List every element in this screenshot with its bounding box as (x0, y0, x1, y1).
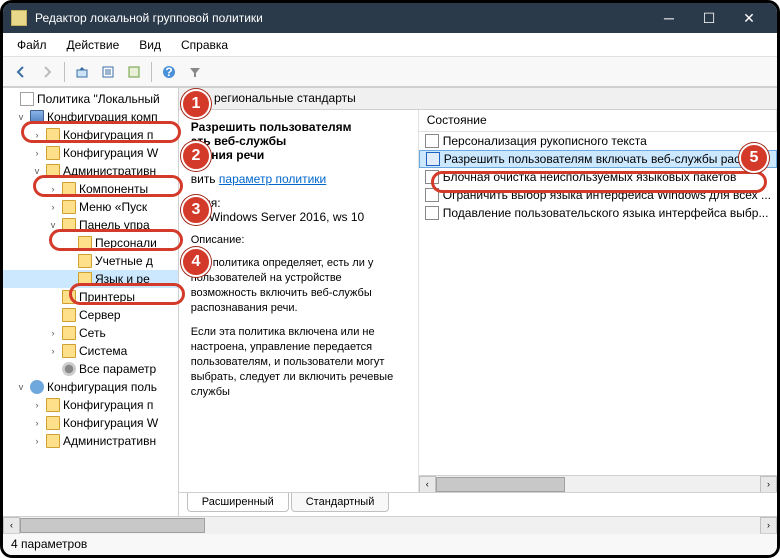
list-row[interactable]: Ограничить выбор языка интерфейса Window… (419, 186, 777, 204)
status-bar: 4 параметров (3, 533, 777, 555)
folder-icon (62, 290, 76, 304)
folder-icon (62, 308, 76, 322)
list-row[interactable]: Блочная очистка неиспользуемых языковых … (419, 168, 777, 186)
setting-icon (426, 152, 440, 166)
folder-icon (78, 272, 92, 286)
scroll-right-button[interactable]: › (760, 517, 777, 534)
annotation-badge-5: 5 (739, 143, 769, 173)
user-icon (30, 380, 44, 394)
forward-button[interactable] (35, 60, 59, 84)
folder-icon (46, 416, 60, 430)
setting-icon (425, 134, 439, 148)
description-pane: Разрешить пользователям ать веб-службы а… (179, 110, 419, 492)
list-header: Состояние (419, 110, 777, 132)
tree-item[interactable]: ›Меню «Пуск (3, 198, 178, 216)
tree-scrollbar[interactable]: ‹ › (3, 516, 777, 533)
menu-help[interactable]: Справка (171, 35, 238, 55)
menu-view[interactable]: Вид (129, 35, 171, 55)
tree-item[interactable]: ›Компоненты (3, 180, 178, 198)
folder-icon (46, 128, 60, 142)
annotation-badge-2: 2 (181, 141, 211, 171)
title-bar: Редактор локальной групповой политики ─ … (3, 3, 777, 33)
list-row-selected[interactable]: Разрешить пользователям включать веб-слу… (419, 150, 777, 168)
scroll-thumb[interactable] (20, 518, 205, 533)
horizontal-scrollbar[interactable]: ‹ › (419, 475, 777, 492)
menu-action[interactable]: Действие (57, 35, 130, 55)
up-button[interactable] (70, 60, 94, 84)
list-row[interactable]: Персонализация рукописного текста (419, 132, 777, 150)
maximize-button[interactable]: ☐ (689, 3, 729, 33)
description-text: Если эта политика включена или не настро… (191, 325, 406, 399)
tree-item[interactable]: ›Конфигурация W (3, 414, 178, 432)
tab-standard[interactable]: Стандартный (291, 493, 390, 512)
folder-icon (78, 254, 92, 268)
tree-item[interactable]: ›Конфигурация п (3, 126, 178, 144)
folder-icon (62, 344, 76, 358)
setting-icon (425, 188, 439, 202)
folder-icon (46, 146, 60, 160)
folder-icon (78, 236, 92, 250)
tree-item[interactable]: Сервер (3, 306, 178, 324)
folder-icon (62, 182, 76, 196)
content-header: ык и региональные стандарты (179, 88, 777, 110)
folder-icon (62, 326, 76, 340)
setting-icon (425, 206, 439, 220)
tree-item[interactable]: Персонали (3, 234, 178, 252)
tree-computer-config[interactable]: vКонфигурация комп (3, 108, 178, 126)
tree-view[interactable]: Политика "Локальный vКонфигурация комп ›… (3, 88, 179, 516)
menu-bar: Файл Действие Вид Справка (3, 33, 777, 57)
tree-item[interactable]: Все параметр (3, 360, 178, 378)
computer-icon (30, 110, 44, 124)
edit-policy-link[interactable]: параметр политики (219, 172, 326, 186)
minimize-button[interactable]: ─ (649, 3, 689, 33)
folder-icon (62, 200, 76, 214)
tree-item[interactable]: ›Система (3, 342, 178, 360)
folder-icon (46, 164, 60, 178)
list-row[interactable]: Подавление пользовательского языка интер… (419, 204, 777, 222)
tree-item[interactable]: Учетные д (3, 252, 178, 270)
tree-admin-templates[interactable]: vАдминистративн (3, 162, 178, 180)
svg-text:?: ? (165, 65, 172, 79)
tab-extended[interactable]: Расширенный (187, 493, 289, 512)
tree-language-region[interactable]: Язык и ре (3, 270, 178, 288)
gear-icon (62, 362, 76, 376)
setting-icon (425, 170, 439, 184)
properties-button[interactable] (96, 60, 120, 84)
menu-file[interactable]: Файл (7, 35, 57, 55)
folder-icon (46, 434, 60, 448)
policy-title: Разрешить пользователям ать веб-службы а… (191, 120, 406, 162)
tree-item[interactable]: ›Административн (3, 432, 178, 450)
scroll-right-button[interactable]: › (760, 476, 777, 493)
annotation-badge-1: 1 (181, 89, 211, 119)
tree-item[interactable]: ›Сеть (3, 324, 178, 342)
scroll-left-button[interactable]: ‹ (419, 476, 436, 493)
window-title: Редактор локальной групповой политики (35, 11, 649, 25)
tree-item[interactable]: ›Конфигурация п (3, 396, 178, 414)
tree-item[interactable]: ›Конфигурация W (3, 144, 178, 162)
view-tabs: Расширенный Стандартный (179, 492, 777, 516)
annotation-badge-3: 3 (181, 195, 211, 225)
description-text: Эта политика определяет, есть ли у польз… (191, 256, 406, 315)
settings-list: Состояние Персонализация рукописного тек… (419, 110, 777, 492)
help-button[interactable]: ? (157, 60, 181, 84)
tree-control-panel[interactable]: vПанель упра (3, 216, 178, 234)
annotation-badge-4: 4 (181, 247, 211, 277)
close-button[interactable]: ✕ (729, 3, 769, 33)
toolbar: ? (3, 57, 777, 87)
policy-icon (20, 92, 34, 106)
tree-item[interactable]: Принтеры (3, 288, 178, 306)
tree-user-config[interactable]: vКонфигурация поль (3, 378, 178, 396)
tree-root[interactable]: Политика "Локальный (3, 90, 178, 108)
scroll-left-button[interactable]: ‹ (3, 517, 20, 534)
scroll-thumb[interactable] (436, 477, 566, 492)
app-icon (11, 10, 27, 26)
back-button[interactable] (9, 60, 33, 84)
export-button[interactable] (122, 60, 146, 84)
folder-icon (62, 218, 76, 232)
filter-button[interactable] (183, 60, 207, 84)
column-state[interactable]: Состояние (419, 110, 777, 131)
folder-icon (46, 398, 60, 412)
